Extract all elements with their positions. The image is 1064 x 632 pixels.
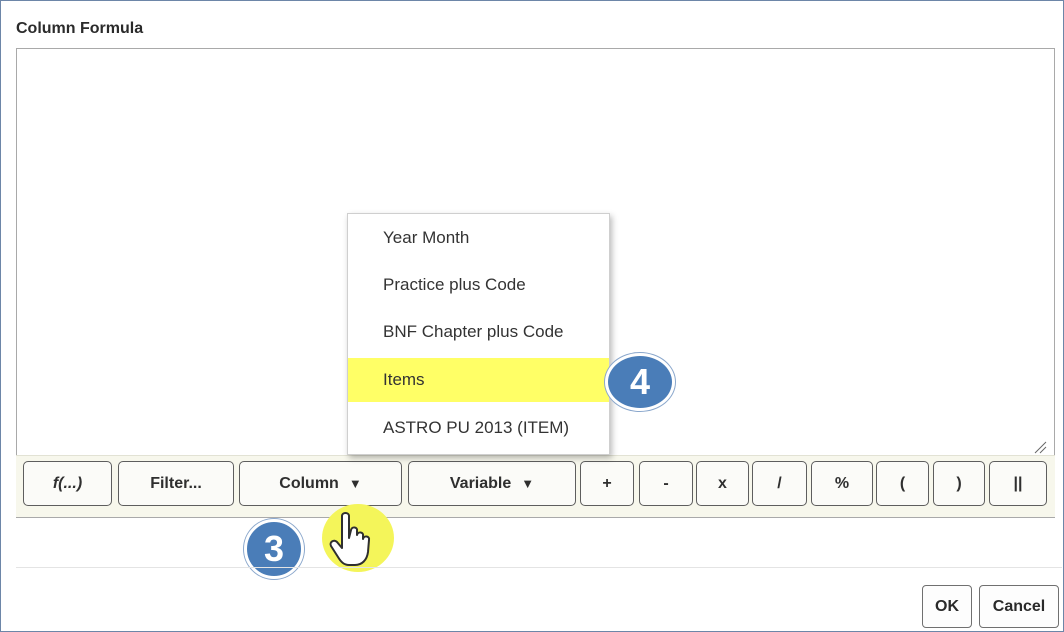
function-button[interactable]: f(...) (23, 461, 112, 506)
pointing-hand-cursor-icon (322, 504, 394, 572)
ok-button-label: OK (935, 597, 959, 615)
cancel-button-label: Cancel (992, 597, 1046, 615)
menu-item-label: Items (383, 370, 425, 389)
menu-item-label: Practice plus Code (383, 275, 526, 294)
operator-plus-button[interactable]: + (580, 461, 634, 506)
cancel-button[interactable]: Cancel (979, 585, 1059, 628)
operator-minus-button[interactable]: - (639, 461, 693, 506)
operator-divide-button[interactable]: / (752, 461, 807, 506)
concat-button[interactable]: || (989, 461, 1047, 506)
menu-item-items[interactable]: Items (348, 358, 609, 402)
chevron-down-icon: ▼ (348, 476, 362, 491)
operator-percent-button[interactable]: % (811, 461, 873, 506)
step-4-callout: 4 (605, 353, 675, 411)
operator-label: ) (956, 474, 962, 492)
menu-item-practice-plus-code[interactable]: Practice plus Code (348, 263, 609, 307)
variable-dropdown-button[interactable]: Variable ▼ (408, 461, 576, 506)
footer-divider (16, 567, 1062, 568)
function-button-label: f(...) (52, 474, 83, 492)
operator-multiply-button[interactable]: x (696, 461, 749, 506)
open-paren-button[interactable]: ( (876, 461, 929, 506)
menu-item-label: Year Month (383, 228, 470, 247)
dialog-title: Column Formula (16, 20, 144, 37)
operator-label: || (1013, 474, 1023, 492)
menu-item-year-month[interactable]: Year Month (348, 216, 609, 260)
column-dropdown-menu: Year Month Practice plus Code BNF Chapte… (347, 213, 610, 455)
menu-item-label: ASTRO PU 2013 (ITEM) (383, 418, 570, 437)
chevron-down-icon: ▼ (521, 476, 535, 491)
filter-button[interactable]: Filter... (118, 461, 234, 506)
step-3-callout: 3 (244, 519, 304, 579)
ok-button[interactable]: OK (922, 585, 972, 628)
operator-label: - (663, 474, 669, 492)
operator-label: + (602, 474, 612, 492)
operator-label: ( (899, 474, 906, 492)
variable-button-label: Variable (449, 474, 512, 492)
column-button-label: Column (279, 474, 339, 492)
operator-label: % (834, 474, 850, 492)
menu-item-label: BNF Chapter plus Code (383, 322, 564, 341)
operator-label: / (777, 474, 782, 492)
close-paren-button[interactable]: ) (933, 461, 985, 506)
menu-item-bnf-chapter-plus-code[interactable]: BNF Chapter plus Code (348, 310, 609, 354)
operator-label: x (718, 474, 727, 492)
menu-item-astro-pu-2013[interactable]: ASTRO PU 2013 (ITEM) (348, 406, 609, 450)
resize-grip-icon[interactable] (1033, 440, 1047, 454)
filter-button-label: Filter... (150, 474, 202, 492)
